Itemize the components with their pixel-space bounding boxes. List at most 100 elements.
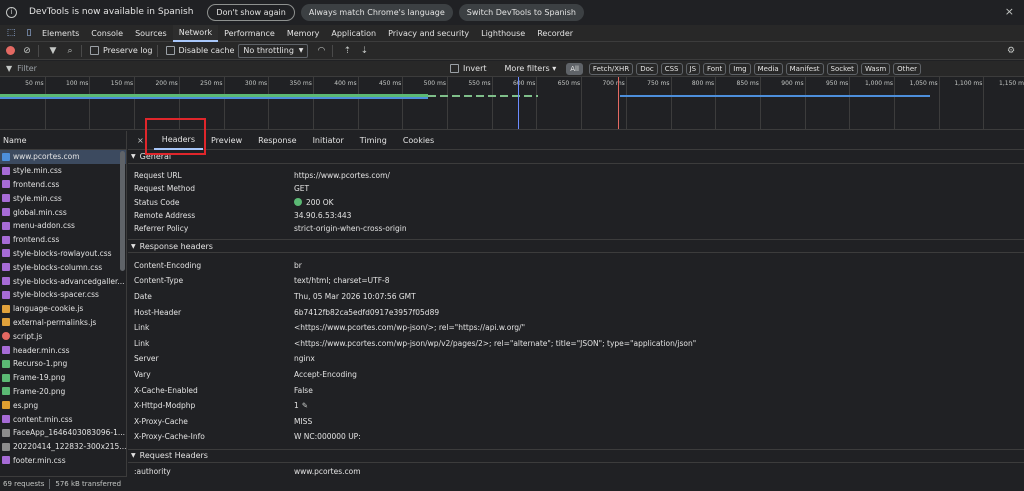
request-row[interactable]: style-blocks-spacer.css: [0, 288, 126, 302]
clear-icon[interactable]: ⊘: [20, 44, 34, 58]
header-value-wrap: text/html; charset=UTF-8: [294, 276, 390, 285]
chip-js[interactable]: JS: [685, 62, 701, 75]
name-column-header[interactable]: Name: [0, 131, 126, 150]
header-value[interactable]: https://www.pcortes.com/: [294, 171, 390, 180]
request-row[interactable]: frontend.css: [0, 233, 126, 247]
import-har-icon[interactable]: ⇡: [340, 44, 354, 58]
request-row[interactable]: language-cookie.js: [0, 302, 126, 316]
tab-application[interactable]: Application: [325, 25, 382, 42]
header-value[interactable]: text/html; charset=UTF-8: [294, 276, 390, 285]
tab-preview[interactable]: Preview: [203, 131, 250, 150]
request-row[interactable]: es.png: [0, 398, 126, 412]
throttling-select[interactable]: No throttling ▼: [238, 43, 309, 58]
chip-doc[interactable]: Doc: [636, 62, 658, 75]
tab-performance[interactable]: Performance: [218, 25, 281, 42]
header-value[interactable]: br: [294, 261, 302, 270]
tab-initiator[interactable]: Initiator: [305, 131, 352, 150]
header-value-wrap: Accept-Encoding: [294, 370, 357, 379]
edit-pencil-icon[interactable]: ✎: [302, 401, 308, 410]
header-value[interactable]: www.pcortes.com: [294, 467, 361, 476]
header-value[interactable]: <https://www.pcortes.com/wp-json/wp/v2/p…: [294, 339, 696, 348]
request-headers-section-header[interactable]: ▼ Request Headers: [128, 448, 1024, 463]
tab-lighthouse[interactable]: Lighthouse: [475, 25, 531, 42]
header-value[interactable]: Thu, 05 Mar 2026 10:07:56 GMT: [294, 292, 416, 301]
preserve-log-checkbox[interactable]: Preserve log: [90, 46, 153, 55]
header-value[interactable]: 1: [294, 401, 299, 410]
filter-icon[interactable]: ▼: [46, 44, 60, 58]
request-row[interactable]: style-blocks-column.css: [0, 260, 126, 274]
request-row[interactable]: script.js: [0, 329, 126, 343]
chip-wasm[interactable]: Wasm: [860, 62, 891, 75]
record-icon[interactable]: [3, 44, 17, 58]
switch-to-spanish-button[interactable]: Switch DevTools to Spanish: [458, 3, 585, 21]
tab-network[interactable]: Network: [172, 24, 219, 42]
tab-console[interactable]: Console: [85, 25, 129, 42]
request-row[interactable]: content.min.css: [0, 412, 126, 426]
request-row[interactable]: Frame-20.png: [0, 385, 126, 399]
timeline-tick-label: 1,150 ms: [999, 80, 1024, 87]
more-filters-dropdown[interactable]: More filters ▾: [505, 64, 557, 73]
header-value[interactable]: False: [294, 386, 313, 395]
header-value[interactable]: strict-origin-when-cross-origin: [294, 224, 407, 233]
dont-show-again-button[interactable]: Don't show again: [207, 3, 295, 21]
header-value[interactable]: 34.90.6.53:443: [294, 211, 351, 220]
timeline-tick: 750 ms: [647, 77, 672, 129]
chip-media[interactable]: Media: [753, 62, 783, 75]
request-row[interactable]: Frame-19.png: [0, 371, 126, 385]
close-detail-icon[interactable]: ×: [137, 136, 144, 145]
request-row[interactable]: 20220414_122832-300x215...: [0, 440, 126, 454]
request-row[interactable]: external-permalinks.js: [0, 316, 126, 330]
infobar-close-icon[interactable]: ×: [1005, 5, 1014, 18]
header-value[interactable]: GET: [294, 184, 309, 193]
tab-privacy-security[interactable]: Privacy and security: [382, 25, 475, 42]
request-row[interactable]: menu-addon.css: [0, 219, 126, 233]
invert-checkbox[interactable]: Invert: [450, 64, 487, 73]
chip-other[interactable]: Other: [893, 62, 922, 75]
header-value[interactable]: Accept-Encoding: [294, 370, 357, 379]
chip-manifest[interactable]: Manifest: [785, 62, 824, 75]
chip-font[interactable]: Font: [703, 62, 727, 75]
chip-socket[interactable]: Socket: [826, 62, 858, 75]
request-row[interactable]: style.min.css: [0, 191, 126, 205]
chip-css[interactable]: CSS: [660, 62, 683, 75]
tab-memory[interactable]: Memory: [281, 25, 326, 42]
search-icon[interactable]: ⌕: [63, 44, 77, 58]
tab-response[interactable]: Response: [250, 131, 304, 150]
always-match-language-button[interactable]: Always match Chrome's language: [300, 3, 453, 21]
requests-scrollbar[interactable]: [120, 151, 125, 271]
device-toolbar-icon[interactable]: ▯: [22, 26, 36, 40]
header-value[interactable]: nginx: [294, 354, 315, 363]
request-name: menu-addon.css: [13, 221, 75, 231]
tab-elements[interactable]: Elements: [36, 25, 85, 42]
header-value[interactable]: <https://www.pcortes.com/wp-json/>; rel=…: [294, 323, 525, 332]
request-row[interactable]: footer.min.css: [0, 454, 126, 468]
request-row[interactable]: frontend.css: [0, 178, 126, 192]
request-row[interactable]: style-blocks-advancedgaller...: [0, 274, 126, 288]
header-value[interactable]: MISS: [294, 417, 312, 426]
request-row[interactable]: style.min.css: [0, 164, 126, 178]
request-row[interactable]: global.min.css: [0, 205, 126, 219]
response-headers-section-header[interactable]: ▼ Response headers: [128, 239, 1024, 254]
header-value[interactable]: W NC:000000 UP:: [294, 432, 361, 441]
filter-input[interactable]: ▼ Filter: [6, 64, 446, 73]
tab-timing[interactable]: Timing: [352, 131, 395, 150]
request-row[interactable]: FaceApp_1646403083096-1...: [0, 426, 126, 440]
export-har-icon[interactable]: ⇣: [357, 44, 371, 58]
chip-fetch-xhr[interactable]: Fetch/XHR: [588, 62, 634, 75]
request-row[interactable]: header.min.css: [0, 343, 126, 357]
header-value[interactable]: 200 OK: [306, 198, 334, 207]
inspect-element-icon[interactable]: ⬚: [4, 26, 18, 40]
chip-img[interactable]: Img: [729, 62, 751, 75]
settings-gear-icon[interactable]: ⚙: [1004, 44, 1018, 58]
disable-cache-checkbox[interactable]: Disable cache: [165, 46, 234, 55]
tab-cookies[interactable]: Cookies: [395, 131, 442, 150]
request-row[interactable]: www.pcortes.com: [0, 150, 126, 164]
request-row[interactable]: Recurso-1.png: [0, 357, 126, 371]
header-value[interactable]: 6b7412fb82ca5edfd0917e3957f05d89: [294, 308, 439, 317]
tab-recorder[interactable]: Recorder: [531, 25, 579, 42]
general-section-header[interactable]: ▼ General: [128, 150, 1024, 164]
chip-all[interactable]: All: [566, 62, 583, 75]
tab-sources[interactable]: Sources: [129, 25, 173, 42]
request-row[interactable]: style-blocks-rowlayout.css: [0, 247, 126, 261]
network-conditions-icon[interactable]: ◠: [314, 44, 328, 58]
